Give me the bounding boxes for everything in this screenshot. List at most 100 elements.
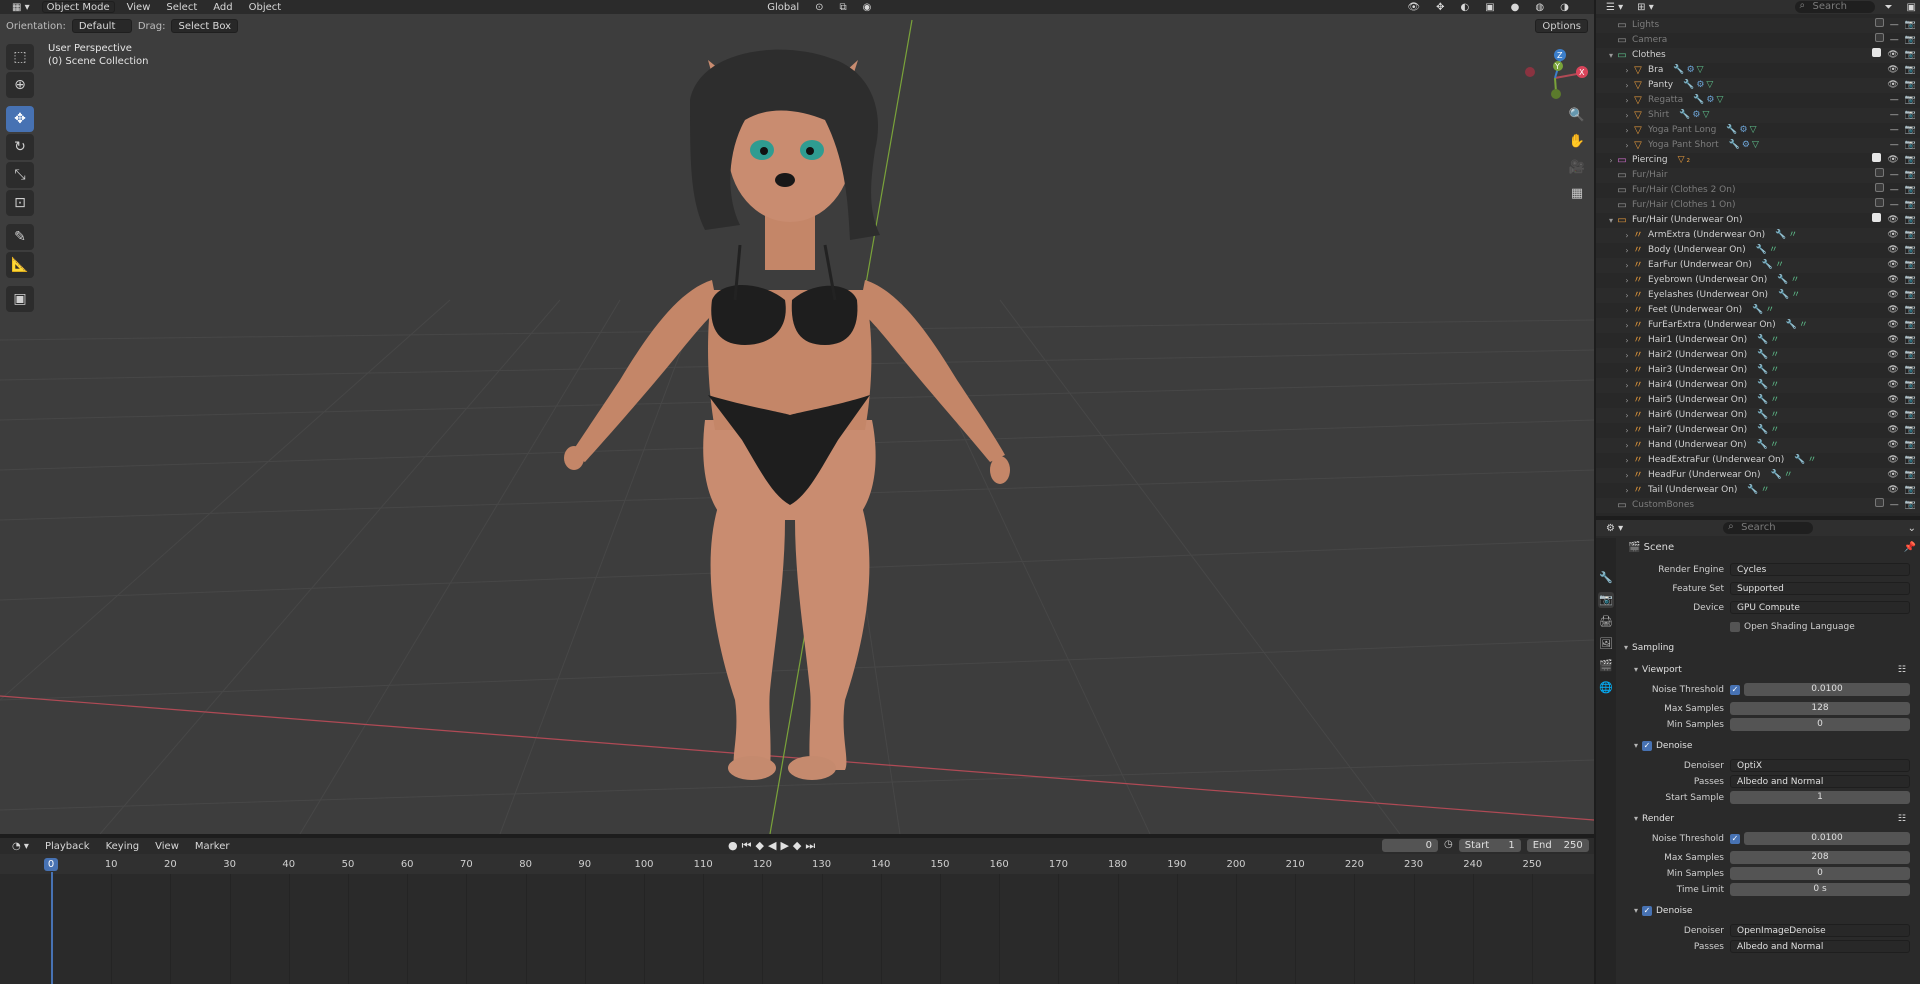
render-camera-icon[interactable]: 📷: [1905, 93, 1916, 108]
render-camera-icon[interactable]: 📷: [1905, 453, 1916, 468]
render-camera-icon[interactable]: 📷: [1905, 468, 1916, 483]
render-camera-icon[interactable]: 📷: [1905, 168, 1916, 183]
menu-marker[interactable]: Marker: [191, 841, 234, 852]
visibility-eye-icon[interactable]: 👁: [1887, 258, 1898, 273]
play-reverse-icon[interactable]: ◀: [768, 839, 776, 853]
visibility-eye-icon[interactable]: 👁: [1887, 273, 1898, 288]
visibility-eye-icon[interactable]: 👁: [1887, 438, 1898, 453]
editor-type-icon[interactable]: ▦ ▾: [8, 2, 34, 13]
visibility-eye-icon[interactable]: —: [1890, 183, 1899, 198]
expand-arrow-icon[interactable]: ›: [1622, 363, 1632, 378]
outliner-row[interactable]: › 〃 Hair3 (Underwear On) 🔧〃 👁 📷: [1596, 363, 1920, 378]
vp-denoise-checkbox[interactable]: ✓: [1642, 741, 1652, 751]
render-presets-icon[interactable]: ☷: [1898, 811, 1906, 827]
xray-toggle-icon[interactable]: ▣: [1481, 2, 1498, 13]
expand-arrow-icon[interactable]: ›: [1622, 468, 1632, 483]
add-cube-tool-icon[interactable]: ▣: [6, 286, 34, 312]
zoom-icon[interactable]: 🔍: [1566, 106, 1588, 126]
end-frame-field[interactable]: End 250: [1526, 839, 1589, 852]
render-camera-icon[interactable]: 📷: [1905, 243, 1916, 258]
filter-icon[interactable]: ⏷: [1881, 2, 1897, 13]
render-camera-icon[interactable]: 📷: [1905, 288, 1916, 303]
r-noise-threshold-field[interactable]: 0.0100: [1744, 832, 1910, 845]
timeline-editor[interactable]: ◔ ▾ Playback Keying View Marker ● ⏮ ◆ ◀ …: [0, 838, 1594, 984]
render-camera-icon[interactable]: 📷: [1905, 153, 1916, 168]
outliner-row[interactable]: › 〃 FurEarExtra (Underwear On) 🔧〃 👁 📷: [1596, 318, 1920, 333]
output-tab-icon[interactable]: 🖨: [1598, 614, 1614, 630]
visibility-eye-icon[interactable]: 👁: [1887, 303, 1898, 318]
r-denoise-checkbox[interactable]: ✓: [1642, 906, 1652, 916]
viewport-subsection-header[interactable]: ▾ Viewport ☷: [1620, 662, 1916, 678]
r-noise-threshold-checkbox[interactable]: ✓: [1730, 833, 1740, 844]
start-frame-field[interactable]: Start 1: [1458, 839, 1521, 852]
play-icon[interactable]: ▶: [780, 839, 788, 853]
options-button[interactable]: Options: [1535, 19, 1588, 33]
properties-options-icon[interactable]: ⌄: [1904, 523, 1920, 534]
render-camera-icon[interactable]: 📷: [1905, 423, 1916, 438]
exclude-checkbox[interactable]: [1872, 213, 1882, 222]
menu-add[interactable]: Add: [209, 2, 236, 13]
outliner-row[interactable]: › ▽ Regatta 🔧⚙▽ — 📷: [1596, 93, 1920, 108]
outliner-row[interactable]: › ▽ Panty 🔧⚙▽ 👁 📷: [1596, 78, 1920, 93]
vp-noise-threshold-checkbox[interactable]: ✓: [1730, 684, 1740, 695]
visibility-eye-icon[interactable]: —: [1890, 18, 1899, 33]
vp-denoise-subsection-header[interactable]: ▾ ✓ Denoise: [1620, 738, 1916, 754]
pivot-icon[interactable]: ⊙: [811, 2, 827, 13]
3d-viewport[interactable]: ▦ ▾ Object Mode View Select Add Object G…: [0, 0, 1594, 834]
transform-tool-icon[interactable]: ⊡: [6, 190, 34, 216]
osl-checkbox[interactable]: [1730, 621, 1740, 632]
exclude-checkbox[interactable]: [1874, 168, 1884, 177]
render-camera-icon[interactable]: 📷: [1905, 483, 1916, 498]
exclude-checkbox[interactable]: [1874, 33, 1884, 42]
vp-start-sample-field[interactable]: 1: [1730, 791, 1910, 804]
outliner-row[interactable]: ▭ Fur/Hair (Clothes 2 On) — 📷: [1596, 183, 1920, 198]
visibility-eye-icon[interactable]: 👁: [1887, 153, 1898, 168]
expand-arrow-icon[interactable]: ›: [1622, 108, 1632, 123]
visibility-eye-icon[interactable]: 👁: [1887, 288, 1898, 303]
shading-solid-icon[interactable]: ●: [1507, 2, 1524, 13]
render-camera-icon[interactable]: 📷: [1905, 258, 1916, 273]
expand-arrow-icon[interactable]: ›: [1622, 393, 1632, 408]
visibility-eye-icon[interactable]: —: [1890, 93, 1899, 108]
visibility-eye-icon[interactable]: 👁: [1887, 78, 1898, 93]
expand-arrow-icon[interactable]: ›: [1622, 63, 1632, 78]
visibility-eye-icon[interactable]: 👁: [1887, 63, 1898, 78]
viewport-presets-icon[interactable]: ☷: [1898, 662, 1906, 678]
expand-arrow-icon[interactable]: ›: [1622, 78, 1632, 93]
render-engine-dropdown[interactable]: Cycles: [1730, 563, 1910, 576]
expand-arrow-icon[interactable]: ›: [1622, 123, 1632, 138]
expand-arrow-icon[interactable]: ›: [1622, 408, 1632, 423]
exclude-checkbox[interactable]: [1872, 153, 1882, 162]
exclude-checkbox[interactable]: [1874, 198, 1884, 207]
properties-panel[interactable]: ⚙ ▾ Search ⌄ 🔧 📷 🖨 🖼 🎬 🌐 🎬 Scene 📌 Rende…: [1596, 520, 1920, 984]
new-collection-icon[interactable]: ▣: [1903, 2, 1920, 13]
menu-view[interactable]: View: [123, 2, 155, 13]
expand-arrow-icon[interactable]: ›: [1622, 453, 1632, 468]
outliner-row[interactable]: › ▽ Shirt 🔧⚙▽ — 📷: [1596, 108, 1920, 123]
expand-arrow-icon[interactable]: ›: [1622, 243, 1632, 258]
navigation-gizmo[interactable]: X Z Y: [1522, 48, 1588, 104]
visibility-eye-icon[interactable]: 👁: [1887, 228, 1898, 243]
expand-arrow-icon[interactable]: ›: [1622, 348, 1632, 363]
view-layer-tab-icon[interactable]: 🖼: [1598, 636, 1614, 652]
outliner-row[interactable]: › 〃 Hair6 (Underwear On) 🔧〃 👁 📷: [1596, 408, 1920, 423]
visibility-eye-icon[interactable]: 👁: [1887, 348, 1898, 363]
move-tool-icon[interactable]: ✥: [6, 106, 34, 132]
sampling-section-header[interactable]: ▾ Sampling: [1620, 640, 1916, 656]
render-camera-icon[interactable]: 📷: [1905, 393, 1916, 408]
visibility-eye-icon[interactable]: —: [1890, 498, 1899, 513]
jump-keyframe-forward-icon[interactable]: ◆: [793, 839, 801, 853]
render-camera-icon[interactable]: 📷: [1905, 438, 1916, 453]
overlay-toggle-icon[interactable]: ◐: [1456, 2, 1473, 13]
viewport-scene[interactable]: [0, 0, 1594, 834]
visibility-eye-icon[interactable]: 👁: [1887, 48, 1898, 63]
r-passes-dropdown[interactable]: Albedo and Normal: [1730, 940, 1910, 953]
outliner-row[interactable]: › ▽ Yoga Pant Long 🔧⚙▽ — 📷: [1596, 123, 1920, 138]
outliner-editor-type-icon[interactable]: ☰ ▾: [1602, 2, 1627, 13]
world-tab-icon[interactable]: 🌐: [1598, 680, 1614, 696]
exclude-checkbox[interactable]: [1872, 48, 1882, 57]
outliner-row[interactable]: ▾ ▭ Fur/Hair (Underwear On) 👁 📷: [1596, 213, 1920, 228]
render-camera-icon[interactable]: 📷: [1905, 198, 1916, 213]
drag-dropdown[interactable]: Select Box: [171, 19, 239, 33]
outliner-row[interactable]: › 〃 HeadFur (Underwear On) 🔧〃 👁 📷: [1596, 468, 1920, 483]
